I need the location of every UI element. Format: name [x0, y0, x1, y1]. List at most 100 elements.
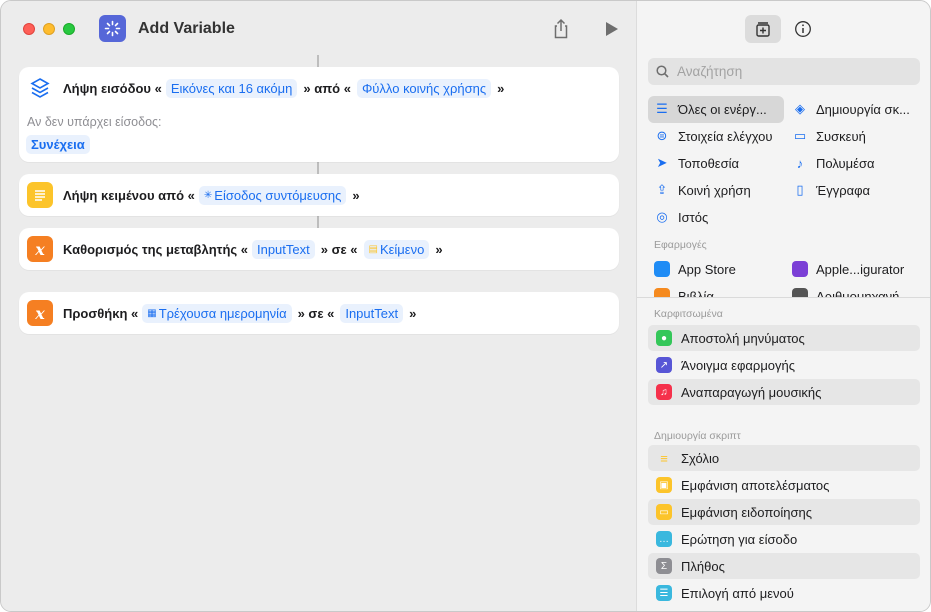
shortcut-input-icon: ✳ [203, 189, 213, 201]
action-text: » σε « [297, 305, 335, 321]
variable-name-token[interactable]: InputText [251, 239, 315, 259]
token-text: Κείμενο [379, 241, 425, 257]
scripting-ask-for-input[interactable]: … Ερώτηση για είσοδο [648, 526, 920, 552]
shortcut-input-token[interactable]: ✳ Είσοδος συντόμευσης [198, 185, 347, 205]
apps-list-clip: Βιβλία Αριθμομηχανή [637, 285, 930, 297]
search-placeholder: Αναζήτηση [677, 64, 743, 79]
scripting-section-header: Δημιουργία σκριπτ [654, 430, 741, 442]
action-row: Λήψη κειμένου από « ✳ Είσοδος συντόμευσης… [27, 182, 362, 208]
pinned-label: Αποστολή μηνύματος [681, 330, 805, 346]
scripting-show-alert[interactable]: ▭ Εμφάνιση ειδοποίησης [648, 499, 920, 525]
apple-configurator-icon [792, 261, 808, 277]
details-info-button[interactable] [785, 15, 821, 43]
shortcut-glyph-icon[interactable] [99, 15, 126, 42]
app-item-books[interactable]: Βιβλία [654, 288, 714, 297]
current-date-token[interactable]: ▦ Τρέχουσα ημερομηνία [142, 303, 292, 323]
app-label: Βιβλία [678, 288, 714, 298]
calculator-icon [792, 288, 808, 297]
result-icon: ▣ [656, 477, 672, 493]
location-icon: ➤ [656, 155, 668, 170]
scripting-label: Ερώτηση για είσοδο [681, 531, 798, 547]
scripting-label: Επιλογή από μενού [681, 585, 794, 601]
category-web[interactable]: ◎ Ιστός [654, 209, 708, 225]
no-input-behavior-token[interactable]: Συνέχεια [26, 135, 90, 154]
category-all-actions[interactable]: ☰ Όλες οι ενέργ... [654, 101, 767, 117]
info-icon [795, 21, 811, 37]
message-icon: ● [656, 330, 672, 346]
action-library-button[interactable] [745, 15, 781, 43]
app-item-apple-configurator[interactable]: Apple...igurator [792, 261, 904, 277]
action-text: » από « [303, 80, 351, 96]
alert-icon: ▭ [656, 504, 672, 520]
app-store-icon [654, 261, 670, 277]
category-media[interactable]: ♪ Πολυμέσα [792, 155, 875, 171]
pinned-section-header: Καρφιτσωμένα [654, 308, 723, 320]
pinned-open-app[interactable]: ↗ Άνοιγμα εφαρμογής [648, 352, 920, 378]
variable-x-icon: x [27, 236, 53, 262]
category-sharing[interactable]: ⇪ Κοινή χρήση [654, 182, 751, 198]
action-library-sidebar: Αναζήτηση ☰ Όλες οι ενέργ... ◈ Δημιουργία … [636, 1, 930, 611]
app-item-app-store[interactable]: App Store [654, 261, 736, 277]
action-label: Λήψη εισόδου « [63, 80, 162, 96]
category-controls[interactable]: ⊜ Στοιχεία ελέγχου [654, 128, 773, 144]
scripting-choose-from-menu[interactable]: ☰ Επιλογή από μενού [648, 580, 920, 606]
flow-connector [317, 162, 319, 174]
action-row: x Προσθήκη « ▦ Τρέχουσα ημερομηνία » σε «… [27, 300, 418, 326]
scripting-comment[interactable]: ≡ Σχόλιο [648, 445, 920, 471]
scripting-label: Σχόλιο [681, 450, 720, 466]
action-text: » [497, 80, 505, 96]
shortcut-title[interactable]: Add Variable [138, 20, 235, 38]
category-location[interactable]: ➤ Τοποθεσία [654, 155, 739, 171]
document-icon: ▯ [796, 182, 804, 197]
action-card-get-input[interactable]: Λήψη εισόδου « Εικόνες και 16 ακόμη » απ… [19, 67, 619, 162]
action-label: Λήψη κειμένου από « [63, 187, 195, 203]
app-label: Αριθμομηχανή [816, 288, 900, 298]
calendar-icon: ▦ [147, 307, 157, 319]
action-text: » [409, 305, 417, 321]
variable-name-token[interactable]: InputText [340, 303, 404, 323]
category-label: Κοινή χρήση [678, 182, 751, 198]
category-label: Ιστός [678, 209, 709, 225]
toggle-icon: ⊜ [656, 128, 668, 143]
zoom-window-button[interactable] [63, 23, 75, 35]
scripting-count[interactable]: Σ Πλήθος [648, 553, 920, 579]
close-window-button[interactable] [23, 23, 35, 35]
pinned-label: Αναπαραγωγή μουσικής [681, 384, 822, 400]
run-play-icon[interactable] [604, 20, 620, 38]
action-text: » [435, 241, 443, 257]
input-types-token[interactable]: Εικόνες και 16 ακόμη [165, 78, 298, 98]
category-device[interactable]: ▭ Συσκευή [792, 128, 866, 144]
minimize-window-button[interactable] [43, 23, 55, 35]
compass-icon: ◎ [656, 209, 668, 224]
divider [637, 297, 930, 298]
flow-connector [317, 55, 319, 67]
category-label: Δημιουργία σκ... [816, 101, 910, 117]
share-icon[interactable] [551, 18, 571, 40]
category-documents[interactable]: ▯ Έγγραφα [792, 182, 870, 198]
scripting-show-result[interactable]: ▣ Εμφάνιση αποτελέσματος [648, 472, 920, 498]
action-card-add-to-variable[interactable]: x Προσθήκη « ▦ Τρέχουσα ημερομηνία » σε «… [19, 292, 619, 334]
category-scripting[interactable]: ◈ Δημιουργία σκ... [792, 101, 910, 117]
action-row: x Καθορισμός της μεταβλητής « InputText … [27, 236, 445, 262]
scripting-label: Πλήθος [681, 558, 725, 574]
shortcuts-window: Add Variable Λήψη εισόδου « Εικόνες και … [0, 0, 931, 612]
scripting-label: Εμφάνιση ειδοποίησης [681, 504, 812, 520]
comment-icon: ≡ [660, 450, 668, 466]
action-card-get-text[interactable]: Λήψη κειμένου από « ✳ Είσοδος συντόμευσης… [19, 174, 619, 216]
menu-icon: ☰ [656, 585, 672, 601]
pinned-play-music[interactable]: ♫ Αναπαραγωγή μουσικής [648, 379, 920, 405]
library-add-icon [756, 22, 770, 37]
action-card-set-variable[interactable]: x Καθορισμός της μεταβλητής « InputText … [19, 228, 619, 270]
editor-pane: Add Variable Λήψη εισόδου « Εικόνες και … [1, 1, 636, 611]
books-icon [654, 288, 670, 297]
pinned-send-message[interactable]: ● Αποστολή μηνύματος [648, 325, 920, 351]
text-value-token[interactable]: ▤ Κείμενο [363, 239, 430, 259]
search-field[interactable]: Αναζήτηση [648, 58, 920, 85]
share-icon: ⇪ [656, 182, 668, 197]
app-item-calculator[interactable]: Αριθμομηχανή [792, 288, 899, 297]
flow-connector [317, 216, 319, 228]
input-source-token[interactable]: Φύλλο κοινής χρήσης [356, 78, 492, 98]
sigma-icon: Σ [656, 558, 672, 574]
ask-input-icon: … [656, 531, 672, 547]
music-icon: ♫ [656, 384, 672, 400]
